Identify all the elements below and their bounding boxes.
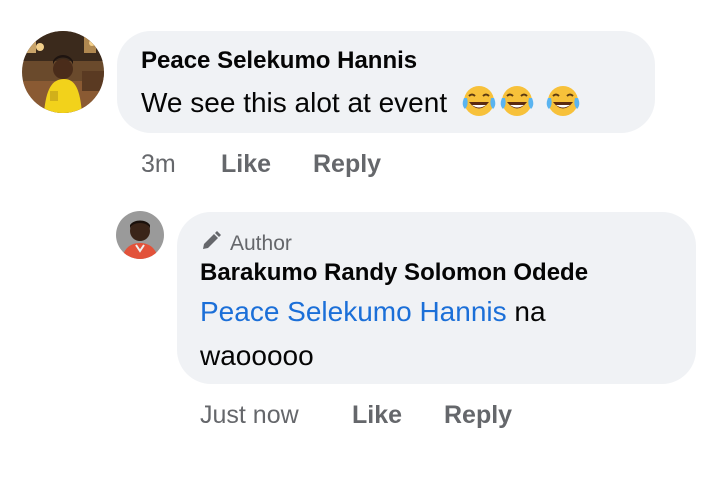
reply-actions: Just now Like Reply: [0, 401, 720, 431]
commenter-avatar[interactable]: [22, 31, 104, 113]
joy-face-icon: [499, 85, 535, 124]
author-badge-label: Author: [230, 232, 292, 255]
reply-text-line2: waooooo: [200, 340, 314, 371]
reply-author-name[interactable]: Barakumo Randy Solomon Odede: [200, 259, 588, 287]
reply-author-avatar[interactable]: [116, 211, 164, 259]
author-badge: Author: [200, 230, 292, 258]
reply-timestamp[interactable]: Just now: [200, 401, 299, 430]
reply-text-line1: Peace Selekumo Hannis na: [200, 296, 546, 327]
pencil-icon: [200, 230, 222, 258]
comment-actions: 3m Like Reply: [0, 150, 720, 180]
comment-timestamp[interactable]: 3m: [141, 150, 176, 179]
mention-link[interactable]: Peace Selekumo Hannis: [200, 296, 507, 327]
comment-bubble: Peace Selekumo Hannis We see this alot a…: [117, 31, 655, 133]
commenter-name[interactable]: Peace Selekumo Hannis: [141, 47, 417, 75]
joy-face-icon: [545, 85, 581, 124]
like-button[interactable]: Like: [352, 401, 402, 430]
joy-face-icon: [461, 85, 497, 124]
comment-text: We see this alot at event: [141, 85, 581, 124]
like-button[interactable]: Like: [221, 150, 271, 179]
reply-button[interactable]: Reply: [313, 150, 381, 179]
reply-button[interactable]: Reply: [444, 401, 512, 430]
